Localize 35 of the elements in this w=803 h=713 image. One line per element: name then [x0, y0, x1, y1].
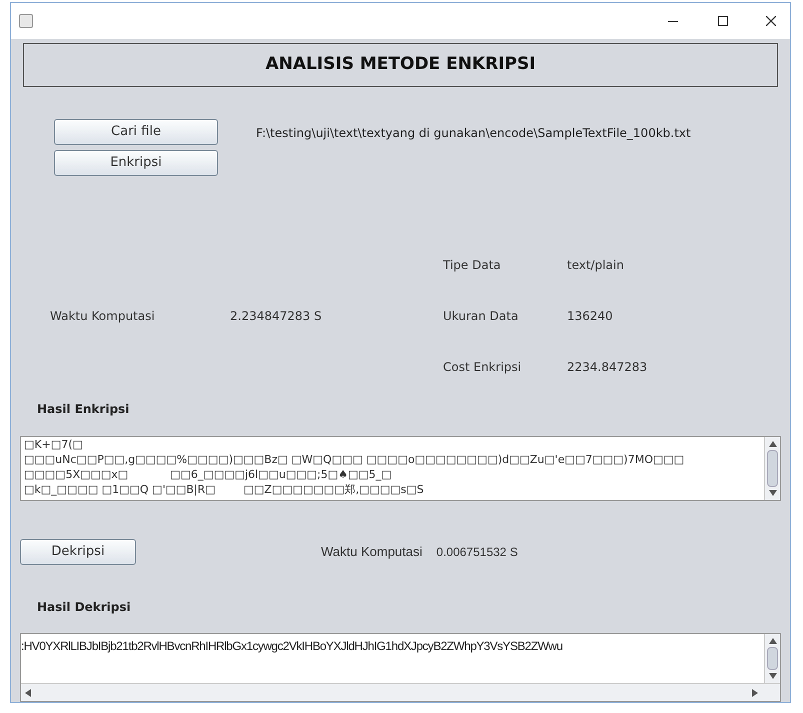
info-value: text/plain: [567, 257, 624, 274]
decryption-result-label: Hasil Dekripsi: [37, 599, 132, 616]
info-value: 2234.847283: [567, 359, 648, 376]
close-icon[interactable]: [766, 16, 776, 26]
down-arrow-icon[interactable]: [768, 673, 776, 679]
up-arrow-icon[interactable]: [768, 638, 776, 644]
app-title: ANALISIS METODE ENKRIPSI: [265, 53, 536, 76]
encryption-result-area[interactable]: □K+□7(□ □□□uNc□□P□□,g□□□□%□□□□)□□□Bz□ □W□Q□□□ □□□□o□□□□□□□□)d□□Zu□'e□□7□□□)7MO□□□ □□□□5X□□□x□ □□6_□□□□j6l□□u□□□;5□♠□□5_□ □k□_□□□□ □1□□Q □'□□B|R□ □□Z□□□□□□□郑,□□□□s□S: [20, 436, 781, 502]
info-label: Ukuran Data: [443, 308, 520, 325]
open-file-button[interactable]: Cari file: [54, 119, 218, 145]
info-label: Tipe Data: [443, 257, 502, 274]
up-arrow-icon[interactable]: [768, 441, 776, 447]
vertical-scrollbar[interactable]: [764, 437, 780, 500]
right-arrow-icon[interactable]: [752, 688, 758, 696]
left-arrow-icon[interactable]: [25, 688, 31, 696]
computation-time-label: Waktu Komputasi: [50, 308, 156, 325]
decryption-result-area[interactable]: :HV0YXRlLIBJbIBjb21tb2RvlHBvcnRhIHRlbGx1cywgc2VkIHBoYXJldHJhIG1hdXJpcyB2ZWhpY3VsYSB2ZWwu: [20, 633, 781, 702]
down-arrow-icon[interactable]: [768, 490, 776, 496]
encrypted-text-line: □□□□5X□□□x□ □□6_□□□□j6l□□u□□□;5□♠□□5_□: [24, 467, 393, 482]
computation-time-value: 2.234847283 S: [230, 308, 322, 325]
encryption-result-label: Hasil Enkripsi: [37, 401, 130, 418]
vertical-scrollbar[interactable]: [764, 634, 780, 683]
encrypted-text-line: □k□_□□□□ □1□□Q □'□□B|R□ □□Z□□□□□□□郑,□□□□s□S: [24, 482, 425, 497]
minimize-icon[interactable]: [668, 20, 678, 22]
decrypt-button[interactable]: Dekripsi: [20, 539, 136, 566]
decrypted-text: :HV0YXRlLIBJbIBjb21tb2RvlHBvcnRhIHRlbGx1cywgc2VkIHBoYXJldHJhIG1hdXJpcyB2ZWhpY3VsYSB2ZWwu: [21, 638, 564, 656]
encrypted-text-line: □K+□7(□: [24, 437, 84, 452]
encrypted-text-line: □□□uNc□□P□□,g□□□□%□□□□)□□□Bz□ □W□Q□□□ □□□□o□□□□□□□□)d□□Zu□'e□□7□□□)7MO□□□: [24, 452, 686, 467]
maximize-icon[interactable]: [718, 16, 728, 26]
decrypt-time-label: Waktu Komputasi: [321, 543, 422, 562]
info-label: Cost Enkripsi: [443, 359, 522, 376]
file-path: F:\testing\uji\text\textyang di gunakan\encode\SampleTextFile_100kb.txt: [256, 125, 691, 142]
decrypt-time-value: 0.006751532 S: [436, 544, 518, 562]
encrypt-button[interactable]: Enkripsi: [54, 150, 218, 176]
info-value: 136240: [567, 308, 613, 325]
